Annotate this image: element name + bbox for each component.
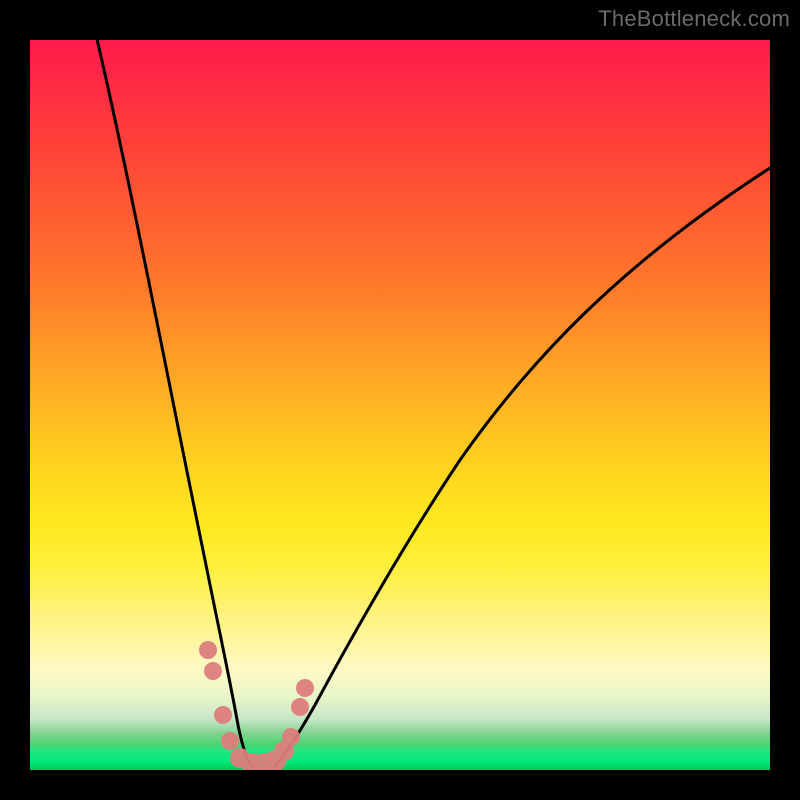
chart-frame: TheBottleneck.com: [0, 0, 800, 800]
curve-layer: [30, 40, 770, 770]
watermark-text: TheBottleneck.com: [598, 6, 790, 32]
valley-markers: [199, 641, 314, 770]
bottleneck-curve-right: [275, 168, 770, 766]
plot-area: [30, 40, 770, 770]
bottleneck-curve-left: [96, 40, 252, 766]
